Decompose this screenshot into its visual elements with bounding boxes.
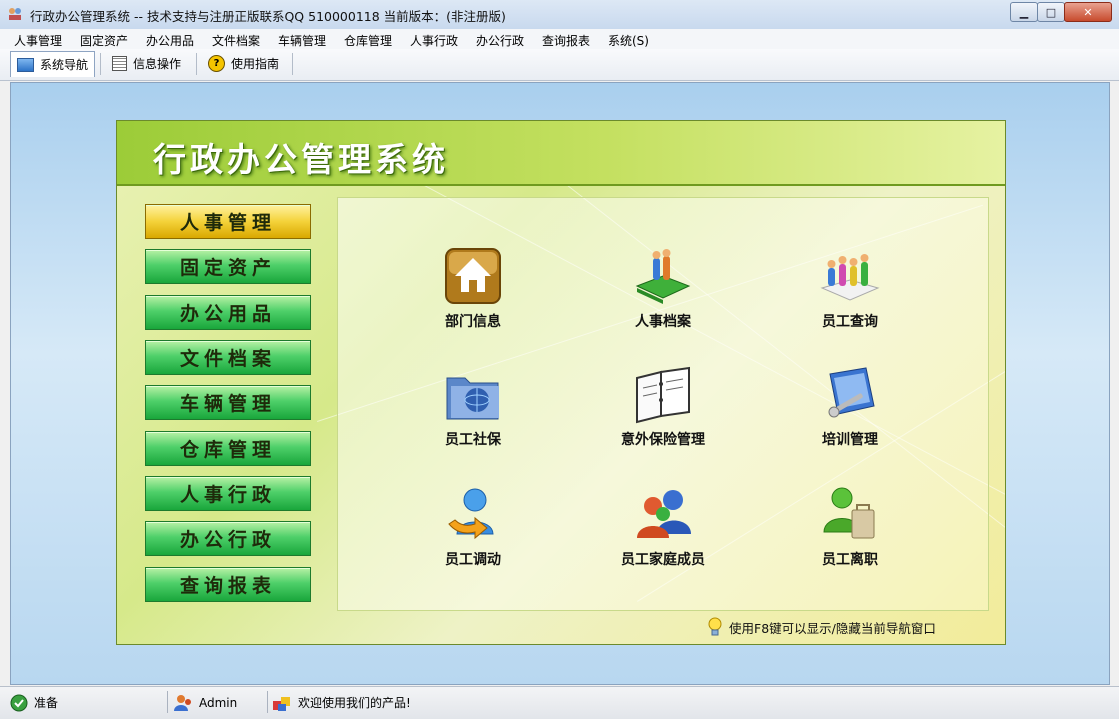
menu-system[interactable]: 系统(S) [608, 32, 649, 49]
minimize-button[interactable]: ▁ [1010, 2, 1038, 22]
nav-button-personnel-admin[interactable]: 人事行政 [145, 476, 311, 511]
tile-accident-insurance-label: 意外保险管理 [621, 432, 705, 448]
lightbulb-icon [708, 617, 722, 636]
tab-system-navigation[interactable]: 系统导航 [10, 51, 96, 77]
nav-button-personnel[interactable]: 人事管理 [145, 204, 311, 239]
tab-info-operations-label: 信息操作 [133, 57, 182, 71]
menu-fixed-assets[interactable]: 固定资产 [80, 32, 128, 49]
status-welcome-text: 欢迎使用我们的产品! [298, 696, 411, 710]
nav-button-office-supplies[interactable]: 办公用品 [145, 295, 311, 330]
menu-bar: 人事管理 固定资产 办公用品 文件档案 车辆管理 仓库管理 人事行政 办公行政 … [0, 29, 1119, 49]
monitor-icon [17, 57, 34, 72]
folder-globe-icon [446, 377, 499, 420]
tile-department-info-label: 部门信息 [445, 314, 501, 330]
user-icon [174, 694, 191, 711]
tab-info-operations[interactable]: 信息操作 [106, 51, 187, 76]
status-ready-text: 准备 [34, 696, 59, 710]
toolbar-separator [196, 53, 197, 75]
status-ready: 准备 [10, 691, 58, 714]
tile-training-label: 培训管理 [822, 432, 878, 448]
status-welcome: 欢迎使用我们的产品! [272, 691, 411, 714]
tile-training[interactable]: 培训管理 [770, 364, 930, 464]
tile-personnel-files[interactable]: 人事档案 [583, 246, 743, 346]
f8-hint-text: 使用F8键可以显示/隐藏当前导航窗口 [729, 620, 936, 636]
f8-hint: 使用F8键可以显示/隐藏当前导航窗口 [707, 617, 936, 637]
tile-employee-search-label: 员工查询 [822, 314, 878, 330]
boxes-icon [273, 696, 290, 711]
status-user: Admin [173, 691, 237, 714]
grid-icon [112, 56, 127, 71]
tile-employee-transfer-label: 员工调动 [445, 552, 501, 568]
menu-reports[interactable]: 查询报表 [542, 32, 590, 49]
nav-button-reports[interactable]: 查询报表 [145, 567, 311, 602]
help-icon: ? [208, 55, 225, 72]
status-separator [267, 691, 268, 713]
tile-resignation[interactable]: 员工离职 [770, 484, 930, 584]
tab-system-navigation-label: 系统导航 [40, 58, 89, 72]
toolbar-separator [100, 53, 101, 75]
nav-button-vehicles[interactable]: 车辆管理 [145, 385, 311, 420]
tile-personnel-files-label: 人事档案 [635, 314, 691, 330]
window-title: 行政办公管理系统 -- 技术支持与注册正版联系QQ 510000118 当前版本… [30, 9, 506, 24]
tile-employee-transfer[interactable]: 员工调动 [393, 484, 553, 584]
status-ready-icon [10, 694, 28, 711]
nav-button-office-admin[interactable]: 办公行政 [145, 521, 311, 556]
maximize-button[interactable]: □ [1037, 2, 1065, 22]
tab-user-guide[interactable]: ? 使用指南 [202, 51, 285, 76]
toolbar-separator [292, 53, 293, 75]
app-icon [9, 8, 21, 20]
nav-button-fixed-assets[interactable]: 固定资产 [145, 249, 311, 284]
close-button[interactable]: ✕ [1064, 2, 1112, 22]
tab-user-guide-label: 使用指南 [231, 57, 280, 71]
user-bag-icon [823, 487, 875, 539]
panel-header: 行政办公管理系统 [117, 121, 1005, 186]
tile-family-members-label: 员工家庭成员 [621, 552, 705, 568]
navigation-panel: 行政办公管理系统 人事管理 固定资产 办公用品 文件档案 车辆管理 仓库管理 人… [116, 120, 1006, 645]
tile-accident-insurance[interactable]: 意外保险管理 [583, 364, 743, 464]
house-icon [445, 248, 501, 304]
menu-personnel-admin[interactable]: 人事行政 [410, 32, 458, 49]
menu-documents[interactable]: 文件档案 [212, 32, 260, 49]
book-tools-icon [828, 367, 875, 418]
nav-button-warehouse[interactable]: 仓库管理 [145, 431, 311, 466]
function-grid: 部门信息 人事档案 员工查询 员工社保 意外保险管理 培训管理 员工调动 员工家… [337, 197, 989, 611]
tile-social-insurance-label: 员工社保 [445, 432, 501, 448]
panel-title: 行政办公管理系统 [153, 140, 449, 179]
tile-employee-search[interactable]: 员工查询 [770, 246, 930, 346]
menu-office-supplies[interactable]: 办公用品 [146, 32, 194, 49]
status-separator [167, 691, 168, 713]
menu-office-admin[interactable]: 办公行政 [476, 32, 524, 49]
title-bar: 行政办公管理系统 -- 技术支持与注册正版联系QQ 510000118 当前版本… [0, 0, 1119, 30]
group-chart-icon [820, 254, 880, 301]
nav-button-documents[interactable]: 文件档案 [145, 340, 311, 375]
tile-department-info[interactable]: 部门信息 [393, 246, 553, 346]
tile-family-members[interactable]: 员工家庭成员 [583, 484, 743, 584]
toolbar: 系统导航 信息操作 ? 使用指南 [0, 49, 1119, 81]
status-bar: 准备 Admin 欢迎使用我们的产品! [0, 686, 1119, 719]
people-book-icon [635, 249, 691, 304]
menu-personnel[interactable]: 人事管理 [14, 32, 62, 49]
tile-social-insurance[interactable]: 员工社保 [393, 364, 553, 464]
tile-resignation-label: 员工离职 [822, 552, 878, 568]
menu-vehicles[interactable]: 车辆管理 [278, 32, 326, 49]
users-group-icon [637, 490, 691, 538]
user-arrow-icon [448, 488, 494, 540]
menu-warehouse[interactable]: 仓库管理 [344, 32, 392, 49]
status-user-text: Admin [199, 695, 238, 710]
binder-icon [636, 366, 690, 424]
